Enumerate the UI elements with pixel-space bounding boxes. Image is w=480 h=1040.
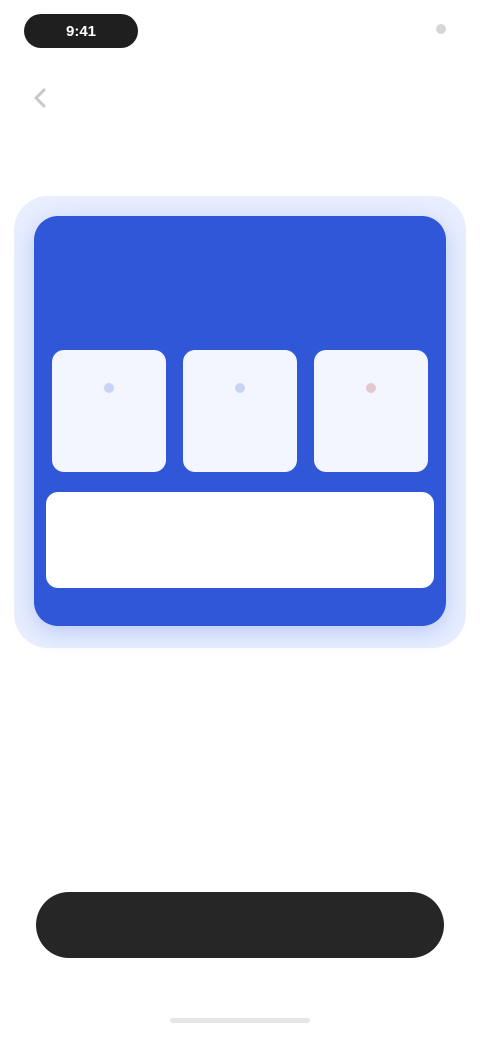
stat-box-1 [52,350,166,472]
stat-box-3 [314,350,428,472]
status-carrier [205,22,275,38]
total-box [46,492,434,588]
chevron-left-icon[interactable] [26,84,54,112]
app-screen: 9:41 [0,0,480,1040]
status-time: 9:41 [65,22,97,40]
status-dot-icon [436,24,446,34]
page-header [0,72,480,122]
primary-action-button[interactable] [36,892,444,958]
stat-box-2 [183,350,297,472]
stat-3-icon [361,378,381,398]
card-subtitle [34,306,446,328]
card-title [34,264,446,294]
status-time-pill: 9:41 [24,14,138,48]
stat-1-icon [99,378,119,398]
status-bar: 9:41 [0,0,480,60]
home-indicator [170,1018,310,1023]
page-title [86,86,346,110]
status-indicators [364,20,424,38]
stat-2-icon [230,378,250,398]
summary-card [34,216,446,626]
